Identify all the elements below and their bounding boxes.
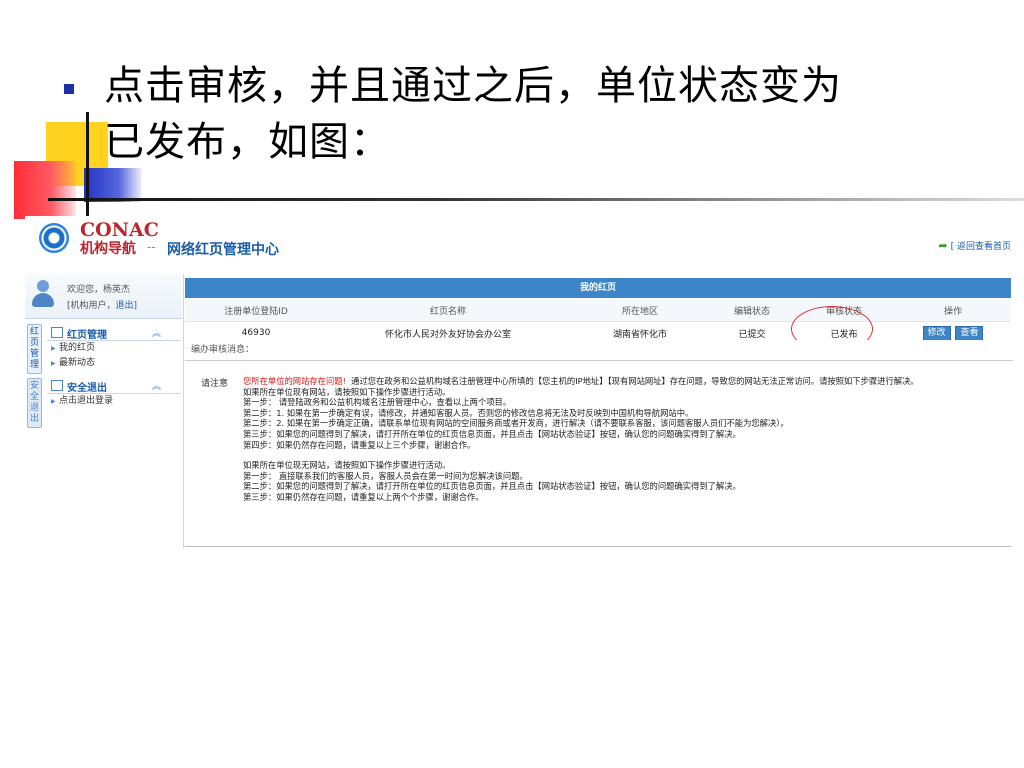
notice-body: 您所在单位的网站存在问题! 通过您在政务和公益机构域名注册管理中心所填的【您主机… bbox=[243, 376, 1003, 503]
decor-horizontal-line bbox=[48, 198, 1024, 201]
main-panel: 我的红页 注册单位登陆ID 红页名称 所在地区 编辑状态 审核状态 操作 469… bbox=[185, 278, 1013, 548]
notice-line: 第二步：1. 如果在第一步确定有误，请修改，并通知客服人员。否则您的修改信息将无… bbox=[243, 407, 694, 418]
vertical-tabs: 红页管理 安全退出 bbox=[27, 324, 42, 432]
notice-intro-text: 通过您在政务和公益机构域名注册管理中心所填的【您主机的IP地址】【现有网站网址】… bbox=[351, 376, 919, 386]
slide-text-line-2: 已发布，如图： bbox=[104, 119, 391, 165]
edit-button[interactable]: 修改 bbox=[922, 325, 951, 341]
column-header: 编辑状态 bbox=[711, 299, 793, 322]
app-header: CONAC 机构导航 -- 网络红页管理中心 ➦[ 返回查看首页 bbox=[25, 216, 1013, 274]
notice-intro: 您所在单位的网站存在问题! 通过您在政务和公益机构域名注册管理中心所填的【您主机… bbox=[243, 376, 1003, 387]
edit-icon bbox=[51, 327, 63, 338]
column-header: 红页名称 bbox=[327, 299, 569, 322]
menu-section-redpage[interactable]: 红页管理 ︽ bbox=[47, 324, 181, 341]
sidebar-item-logout[interactable]: 点击退出登录 bbox=[47, 394, 181, 409]
logo-subtitle: 机构导航 bbox=[80, 241, 136, 257]
notice-line: 如果所在单位现无网站，请按照如下操作步骤进行活动。 bbox=[243, 460, 451, 471]
notice-label: 请注意 bbox=[201, 379, 229, 389]
sidebar-item-latest-news[interactable]: 最新动态 bbox=[47, 356, 181, 371]
return-home-link[interactable]: ➦[ 返回查看首页 bbox=[938, 239, 1011, 252]
grid-title: 我的红页 bbox=[185, 278, 1011, 298]
user-role: [机构用户，退出] bbox=[67, 298, 137, 311]
review-message-label: 编办审核消息： bbox=[185, 340, 1013, 361]
role-suffix: ] bbox=[133, 301, 138, 311]
slide-text-line-1: 点击审核，并且通过之后，单位状态变为 bbox=[104, 63, 842, 109]
collapse-icon[interactable]: ︽ bbox=[152, 379, 161, 392]
sidebar-menu: 红页管理 ︽ 我的红页 最新动态 安全退出 ︽ 点击退出登录 bbox=[47, 324, 181, 409]
logout-link[interactable]: 退出 bbox=[116, 301, 134, 311]
redpage-table: 注册单位登陆ID 红页名称 所在地区 编辑状态 审核状态 操作 46930 怀化… bbox=[185, 299, 1011, 345]
logo-separator: -- bbox=[147, 240, 156, 254]
notice-line bbox=[243, 450, 1003, 460]
notice-line: 第三步：如果您的问题得到了解决，请打开所在单位的红页信息页面，并且点击【网站状态… bbox=[243, 428, 741, 439]
avatar-icon bbox=[31, 280, 55, 308]
bullet-icon bbox=[64, 84, 74, 94]
column-header: 注册单位登陆ID bbox=[185, 299, 327, 322]
view-button[interactable]: 查看 bbox=[955, 325, 984, 341]
welcome-text: 欢迎您，杨英杰 bbox=[67, 285, 131, 295]
column-header: 操作 bbox=[895, 299, 1011, 322]
notice-line: 第一步： 请登陆政务和公益机构域名注册管理中心，查看以上两个项目。 bbox=[243, 397, 512, 408]
notice-headline: 您所在单位的网站存在问题! bbox=[243, 376, 346, 386]
divider bbox=[185, 546, 1011, 547]
embedded-screenshot: CONAC 机构导航 -- 网络红页管理中心 ➦[ 返回查看首页 欢迎您，杨英杰… bbox=[25, 216, 1013, 548]
notice-line: 第二步：如果您的问题得到了解决，请打开所在单位的红页信息页面，并且点击【网站状态… bbox=[243, 481, 741, 492]
notice-line: 第四步：如果仍然存在问题，请重复以上三个步骤，谢谢合作。 bbox=[243, 439, 476, 450]
return-arrow-icon: ➦ bbox=[938, 239, 948, 252]
vtab-redpage-manage[interactable]: 红页管理 bbox=[27, 324, 42, 374]
sidebar-item-my-redpage[interactable]: 我的红页 bbox=[47, 341, 181, 356]
collapse-icon[interactable]: ︽ bbox=[152, 326, 161, 339]
sidebar: 欢迎您，杨英杰 [机构用户，退出] 红页管理 安全退出 红页管理 ︽ 我的红页 … bbox=[25, 274, 184, 548]
app-title: 网络红页管理中心 bbox=[167, 242, 279, 258]
notice-line: 第二步：2. 如果在第一步确定正确，请联系单位现有网站的空间服务商或者开发商，进… bbox=[243, 418, 789, 429]
notice-line: 第一步： 直接联系我们的客服人员，客服人员会在第一时间为您解决该问题。 bbox=[243, 470, 528, 481]
edit-icon bbox=[51, 380, 63, 391]
decor-red-square bbox=[14, 161, 76, 219]
decor-blue-bar bbox=[84, 168, 142, 202]
notice-line: 第三步：如果仍然存在问题，请重复以上两个个步骤，谢谢合作。 bbox=[243, 491, 484, 502]
slide-body-text: 点击审核，并且通过之后，单位状态变为 已发布，如图： bbox=[104, 58, 934, 170]
column-header: 所在地区 bbox=[569, 299, 711, 322]
menu-section-label: 安全退出 bbox=[67, 383, 107, 394]
notice-panel: 请注意 您所在单位的网站存在问题! 通过您在政务和公益机构域名注册管理中心所填的… bbox=[185, 370, 1003, 544]
conac-logo-icon bbox=[39, 223, 69, 253]
role-prefix: [机构用户， bbox=[67, 301, 116, 311]
vtab-safe-exit[interactable]: 安全退出 bbox=[27, 378, 42, 428]
menu-section-exit[interactable]: 安全退出 ︽ bbox=[47, 377, 181, 394]
user-panel: 欢迎您，杨英杰 [机构用户，退出] bbox=[25, 274, 182, 319]
return-home-label: [ 返回查看首页 bbox=[950, 242, 1011, 252]
menu-section-label: 红页管理 bbox=[67, 330, 107, 341]
notice-line: 如果所在单位现有网站，请按照如下操作步骤进行活动。 bbox=[243, 386, 451, 397]
